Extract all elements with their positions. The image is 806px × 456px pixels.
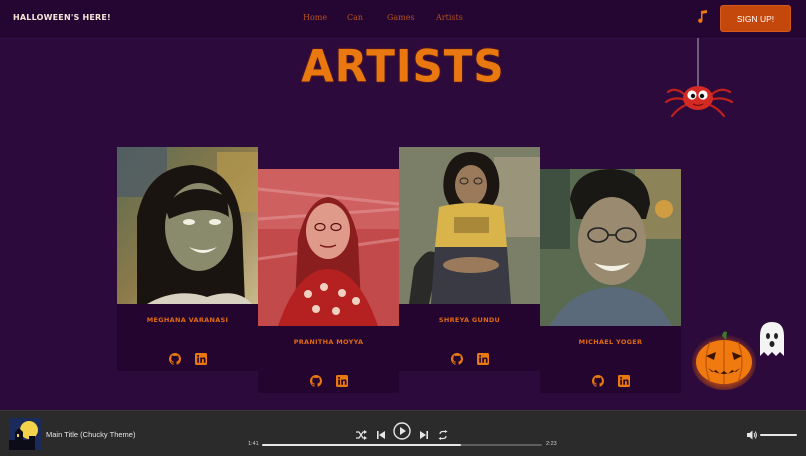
nav-link-can[interactable]: Can xyxy=(347,13,363,22)
previous-icon[interactable] xyxy=(376,430,386,440)
linkedin-icon[interactable] xyxy=(335,375,348,387)
artist-photo xyxy=(399,147,540,304)
linkedin-icon[interactable] xyxy=(476,353,489,365)
navbar: HALLOWEEN'S HERE! Home Can Games Artists… xyxy=(0,0,806,37)
next-icon[interactable] xyxy=(419,430,429,440)
github-icon[interactable] xyxy=(591,375,604,387)
progress-bar[interactable] xyxy=(262,444,542,446)
linkedin-icon[interactable] xyxy=(194,353,207,365)
nav-link-home[interactable]: Home xyxy=(303,13,327,22)
album-art xyxy=(9,418,41,450)
volume-slider[interactable] xyxy=(760,434,797,436)
progress-fill xyxy=(262,444,461,446)
shuffle-icon[interactable] xyxy=(356,430,367,440)
elapsed-time: 1:41 xyxy=(248,441,259,447)
artist-name: MEGHANA VARANASI xyxy=(146,316,229,324)
github-icon[interactable] xyxy=(309,375,322,387)
artist-card: MICHAEL YOGER xyxy=(540,169,681,393)
artist-photo xyxy=(258,169,399,326)
artist-name: MICHAEL YOGER xyxy=(578,338,643,346)
pumpkin-icon xyxy=(692,331,756,390)
repeat-icon[interactable] xyxy=(438,430,448,440)
artist-name: PRANITHA MOYYA xyxy=(293,338,364,346)
artist-name: SHREYA GUNDU xyxy=(438,316,501,324)
ghost-icon xyxy=(760,322,784,356)
spider-icon xyxy=(664,38,734,118)
music-player: Main Title (Chucky Theme) 1:41 2:23 xyxy=(0,410,806,456)
github-icon[interactable] xyxy=(450,353,463,365)
artist-card: SHREYA GUNDU xyxy=(399,147,540,371)
linkedin-icon[interactable] xyxy=(617,375,630,387)
github-icon[interactable] xyxy=(168,353,181,365)
artist-photo xyxy=(117,147,258,304)
music-note-icon[interactable] xyxy=(696,10,708,24)
nav-link-artists[interactable]: Artists xyxy=(436,13,463,22)
track-title: Main Title (Chucky Theme) xyxy=(46,430,136,439)
artist-card: MEGHANA VARANASI xyxy=(117,147,258,371)
artist-photo xyxy=(540,169,681,326)
play-icon[interactable] xyxy=(393,422,411,440)
signup-button[interactable]: SIGN UP! xyxy=(720,5,791,32)
duration-time: 2:23 xyxy=(546,441,557,447)
volume-icon[interactable] xyxy=(747,430,757,440)
brand-logo[interactable]: HALLOWEEN'S HERE! xyxy=(13,13,111,22)
nav-link-games[interactable]: Games xyxy=(387,13,415,22)
artist-card: PRANITHA MOYYA xyxy=(258,169,399,393)
